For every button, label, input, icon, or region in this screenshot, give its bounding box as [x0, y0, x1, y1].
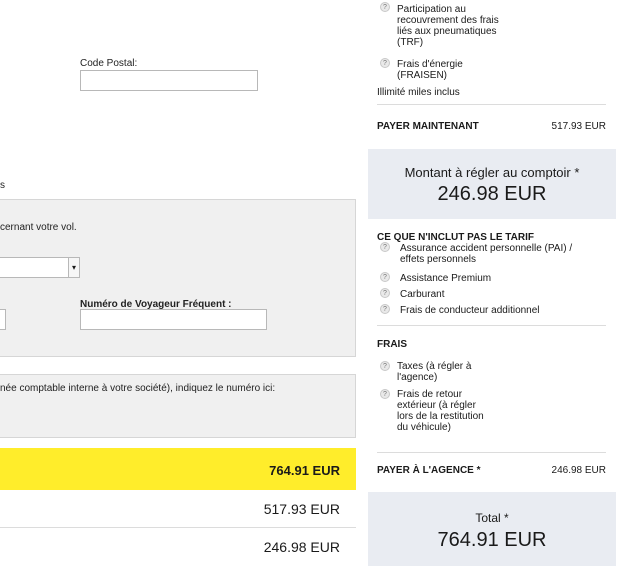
not-included-item: Assistance Premium: [400, 273, 492, 284]
not-included-title: CE QUE N'INCLUT PAS LE TARIF: [377, 232, 535, 243]
help-icon[interactable]: ?: [380, 272, 390, 282]
included-item: Frais d'énergie (FRAISEN): [397, 59, 463, 81]
chevron-down-icon: ▾: [68, 258, 79, 277]
summary-total-value: 764.91 EUR: [269, 463, 340, 478]
pay-agency-label: PAYER À L'AGENCE *: [377, 465, 481, 476]
summary-pay-counter-row: 246.98 EUR: [0, 528, 356, 566]
airline-select[interactable]: ▾: [0, 257, 80, 278]
postal-code-input[interactable]: [80, 70, 258, 91]
summary-total-row: 764.91 EUR: [0, 448, 356, 490]
flight-number-input[interactable]: [0, 309, 6, 330]
total-amount: 764.91 EUR: [437, 529, 547, 551]
help-icon[interactable]: ?: [380, 389, 390, 399]
unlimited-miles: Illimité miles inclus: [377, 87, 460, 98]
pay-now-label: PAYER MAINTENANT: [377, 121, 479, 132]
fees-title: FRAIS: [377, 339, 407, 350]
section-heading-fragment: s: [0, 180, 5, 191]
postal-code-label: Code Postal:: [80, 58, 138, 69]
fee-item: Frais de retour extérieur (à régler lors…: [397, 389, 484, 433]
summary-pay-counter-value: 246.98 EUR: [263, 539, 340, 555]
flight-info-text: cernant votre vol.: [0, 222, 77, 233]
help-icon[interactable]: ?: [380, 361, 390, 371]
summary-pay-now-row: 517.93 EUR: [0, 490, 356, 528]
total-box: Total * 764.91 EUR: [368, 492, 616, 566]
accounting-text: née comptable interne à votre société), …: [0, 383, 276, 394]
counter-amount: 246.98 EUR: [437, 183, 547, 205]
help-icon[interactable]: ?: [380, 242, 390, 252]
counter-amount-box: Montant à régler au comptoir * 246.98 EU…: [368, 149, 616, 219]
counter-title: Montant à régler au comptoir *: [404, 165, 580, 180]
help-icon[interactable]: ?: [380, 58, 390, 68]
help-icon[interactable]: ?: [380, 288, 390, 298]
included-item: Participation au recouvrement des frais …: [397, 4, 499, 48]
pay-agency-value: 246.98 EUR: [551, 465, 606, 476]
total-label: Total *: [475, 511, 509, 525]
fee-item: Taxes (à régler à l'agence): [397, 361, 472, 383]
summary-pay-now-value: 517.93 EUR: [263, 501, 340, 517]
not-included-item: Frais de conducteur additionnel: [400, 305, 540, 316]
help-icon[interactable]: ?: [380, 2, 390, 12]
frequent-flyer-input[interactable]: [80, 309, 267, 330]
pay-now-value: 517.93 EUR: [551, 121, 606, 132]
help-icon[interactable]: ?: [380, 304, 390, 314]
price-details-panel: ? Participation au recouvrement des frai…: [368, 0, 616, 566]
not-included-item: Assurance accident personnelle (PAI) / e…: [400, 243, 573, 265]
not-included-item: Carburant: [400, 289, 445, 300]
